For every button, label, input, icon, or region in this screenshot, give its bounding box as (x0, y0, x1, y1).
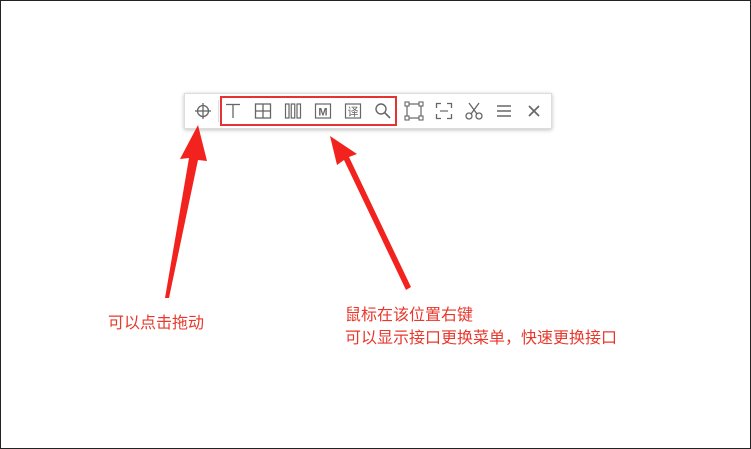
interface-hint-line2: 可以显示接口更换菜单，快速更换接口 (345, 328, 618, 347)
annotation-arrows (165, 125, 411, 298)
interface-hint-line1: 鼠标在该位置右键 (345, 305, 474, 324)
arrow-to-drag-handle (165, 125, 207, 298)
drag-hint-text: 可以点击拖动 (108, 313, 205, 332)
arrow-to-interface-group (330, 136, 411, 290)
